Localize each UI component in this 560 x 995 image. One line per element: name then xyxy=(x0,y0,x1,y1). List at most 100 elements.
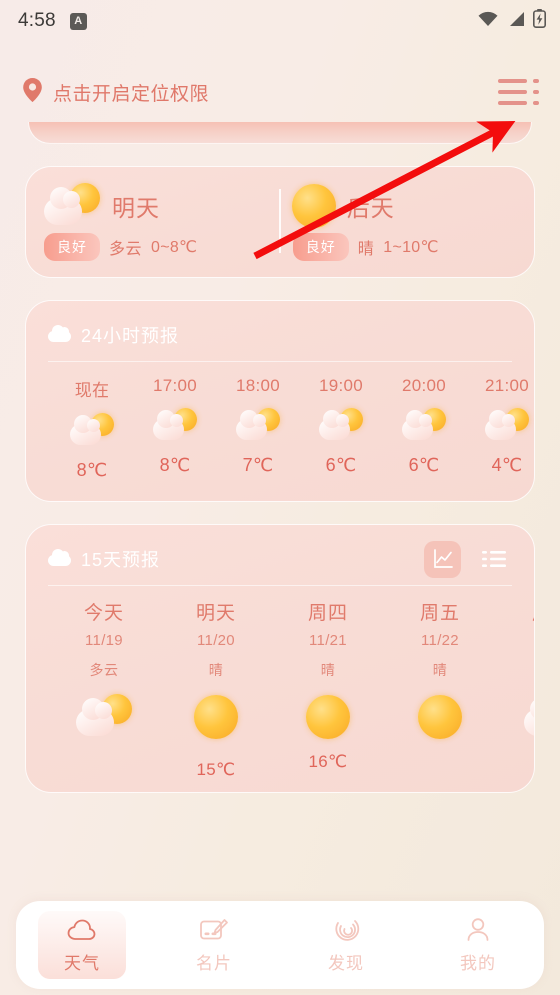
tomorrow-forecast[interactable]: 明天 良好 多云 0~8℃ xyxy=(32,181,279,261)
day-date: 11/20 xyxy=(197,632,235,649)
hour-time: 20:00 xyxy=(401,376,447,395)
wifi-icon xyxy=(477,11,499,32)
status-bar-clock: 4:58 xyxy=(18,10,56,31)
sunny-icon xyxy=(417,694,463,740)
cloud-icon xyxy=(48,325,71,342)
tomorrow-day-label: 明天 xyxy=(112,195,160,221)
status-bar: 4:58 A xyxy=(0,0,560,42)
line-chart-icon[interactable] xyxy=(424,540,461,578)
day-item[interactable]: 周四 11/21 晴 16℃ xyxy=(272,598,384,792)
hour-item[interactable]: 18:00 7℃ xyxy=(214,376,297,481)
day-item[interactable]: 周五 11/22 晴 xyxy=(384,598,496,792)
day-date: 11/19 xyxy=(85,632,123,649)
bottom-navigation-bar: 天气 名片 发现 我的 xyxy=(16,901,544,989)
day-condition: 晴 xyxy=(320,662,336,678)
status-bar-left: 4:58 A xyxy=(18,10,87,32)
hour-time: 19:00 xyxy=(318,376,364,395)
day-after-top-row: 后天 xyxy=(291,181,518,231)
status-bar-right xyxy=(477,9,546,33)
partly-cloudy-icon xyxy=(42,183,102,229)
daily-card-title: 15天预报 xyxy=(81,550,161,570)
location-pin-icon xyxy=(22,77,43,108)
tomorrow-aqi-badge: 良好 xyxy=(44,233,100,261)
day-after-day-label: 后天 xyxy=(346,195,395,221)
nav-item-weather[interactable]: 天气 xyxy=(16,901,148,989)
nav-item-discover[interactable]: 发现 xyxy=(280,901,412,989)
menu-row xyxy=(498,90,540,94)
day-name: 周六 xyxy=(532,598,534,625)
hour-item[interactable]: 19:00 6℃ xyxy=(297,376,380,481)
day-item[interactable]: 明天 11/20 晴 15℃ xyxy=(160,598,272,792)
partly-cloudy-icon xyxy=(522,694,534,740)
day-after-aqi-badge: 良好 xyxy=(292,233,349,261)
nav-label: 名片 xyxy=(196,953,232,973)
hourly-forecast-card[interactable]: 24小时预报 现在 8℃ 17:00 8℃ 18:00 7℃ 19:00 6℃ … xyxy=(25,300,535,502)
hour-time: 18:00 xyxy=(235,376,281,395)
enable-location-button[interactable]: 点击开启定位权限 xyxy=(22,77,209,108)
hour-temp: 8℃ xyxy=(76,460,108,480)
day-condition: 晴 xyxy=(432,662,448,678)
partly-cloudy-icon xyxy=(235,408,281,443)
daily-view-toggle-group xyxy=(424,540,512,578)
nav-label: 发现 xyxy=(328,953,364,973)
discover-swirl-icon xyxy=(332,917,360,943)
sunny-icon xyxy=(291,183,337,229)
hour-item[interactable]: 21:00 4℃ xyxy=(463,376,534,481)
partly-cloudy-icon xyxy=(401,408,447,443)
sunny-icon xyxy=(305,694,351,740)
day-after-temp-range: 1~10℃ xyxy=(383,239,439,256)
user-person-icon xyxy=(464,917,492,943)
nav-item-mine[interactable]: 我的 xyxy=(412,901,544,989)
daily-card-title-group: 15天预报 xyxy=(48,546,160,572)
hour-temp: 6℃ xyxy=(408,455,440,475)
tomorrow-condition: 多云 xyxy=(109,241,143,258)
nav-label: 我的 xyxy=(460,953,496,973)
hour-item[interactable]: 现在 8℃ xyxy=(48,376,131,481)
hour-item[interactable]: 20:00 6℃ xyxy=(380,376,463,481)
hour-time: 现在 xyxy=(74,381,110,400)
cellular-signal-icon xyxy=(507,11,525,32)
daily-forecast-card[interactable]: 15天预报 今天 11/19 多云 明天 11/20 晴 15℃ 周四 11/2… xyxy=(25,524,535,793)
scrolled-card-peek[interactable] xyxy=(28,122,532,144)
day-after-condition: 晴 xyxy=(357,241,375,258)
weather-scroll-area[interactable]: 明天 良好 多云 0~8℃ 后天 良好 晴 1~10℃ 24小时预报 现在 8℃… xyxy=(0,122,560,995)
daily-list[interactable]: 今天 11/19 多云 明天 11/20 晴 15℃ 周四 11/21 晴 16… xyxy=(26,586,534,792)
hourly-list[interactable]: 现在 8℃ 17:00 8℃ 18:00 7℃ 19:00 6℃ 20:00 6… xyxy=(26,362,534,501)
partly-cloudy-icon xyxy=(318,408,364,443)
app-badge-icon: A xyxy=(69,12,87,30)
day-after-detail-row: 良好 晴 1~10℃ xyxy=(291,233,518,261)
two-day-forecast-card[interactable]: 明天 良好 多云 0~8℃ 后天 良好 晴 1~10℃ xyxy=(25,166,535,278)
partly-cloudy-icon xyxy=(69,413,115,448)
day-name: 周四 xyxy=(307,603,348,624)
hour-time: 21:00 xyxy=(484,376,530,395)
partly-cloudy-icon xyxy=(484,408,530,443)
hourly-card-title-group: 24小时预报 xyxy=(48,322,179,348)
hour-item[interactable]: 17:00 8℃ xyxy=(131,376,214,481)
card-edit-icon xyxy=(199,917,229,943)
location-label: 点击开启定位权限 xyxy=(53,83,210,105)
list-icon[interactable] xyxy=(475,541,512,578)
menu-row xyxy=(498,101,540,105)
hourly-card-title: 24小时预报 xyxy=(81,326,180,346)
day-after-tomorrow-forecast[interactable]: 后天 良好 晴 1~10℃ xyxy=(281,181,528,261)
tomorrow-top-row: 明天 xyxy=(42,181,269,231)
hour-temp: 4℃ xyxy=(491,455,523,475)
day-name: 周五 xyxy=(419,603,460,624)
day-condition: 晴 xyxy=(208,662,224,678)
tomorrow-temp-range: 0~8℃ xyxy=(151,239,198,256)
day-condition: 多云 xyxy=(89,662,119,678)
hourly-card-header: 24小时预报 xyxy=(26,301,534,353)
partly-cloudy-icon xyxy=(152,408,198,443)
day-date: 11/21 xyxy=(309,632,347,649)
day-name: 明天 xyxy=(195,603,236,624)
battery-charging-icon xyxy=(533,9,546,33)
day-date: 11/22 xyxy=(421,632,459,649)
nav-item-card[interactable]: 名片 xyxy=(148,901,280,989)
list-menu-icon[interactable] xyxy=(498,75,540,109)
menu-row xyxy=(498,79,540,83)
day-item[interactable]: 今天 11/19 多云 xyxy=(48,598,160,792)
day-item[interactable]: 周六 11 多 xyxy=(496,598,534,792)
hour-temp: 7℃ xyxy=(242,455,274,475)
day-temp: 16℃ xyxy=(308,752,348,771)
hour-temp: 8℃ xyxy=(159,455,191,475)
